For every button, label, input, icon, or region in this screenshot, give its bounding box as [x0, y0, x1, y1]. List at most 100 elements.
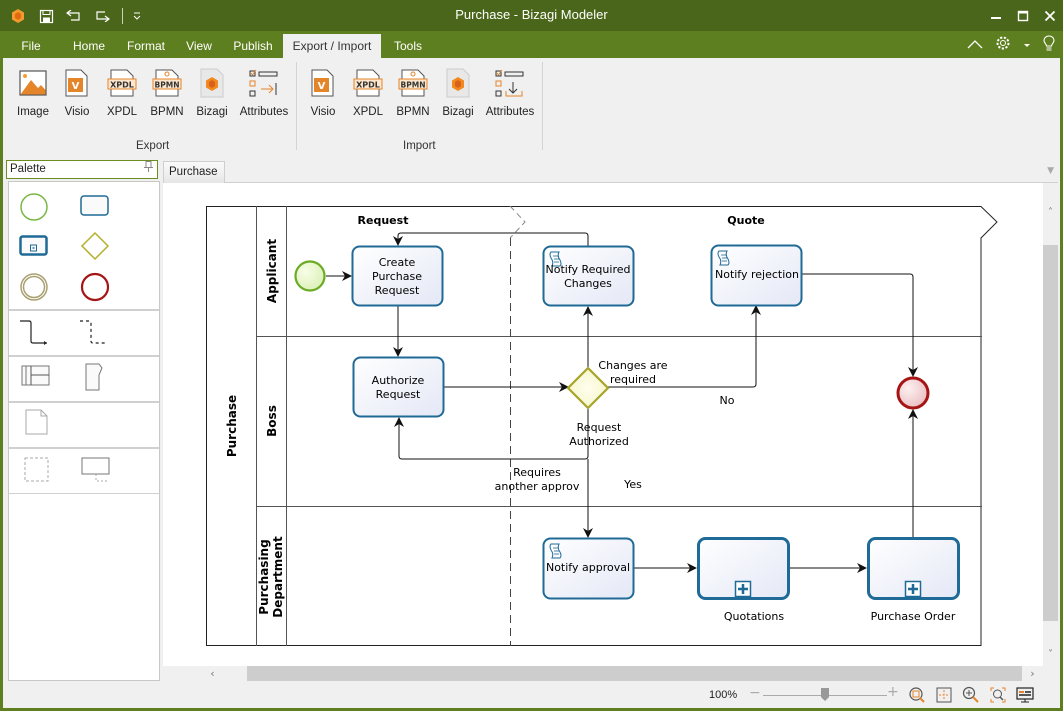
scroll-up-icon[interactable]: ˄ — [1043, 207, 1058, 218]
scroll-right-icon[interactable]: › — [1025, 666, 1040, 681]
zoom-slider-thumb[interactable] — [821, 688, 829, 701]
tab-publish[interactable]: Publish — [226, 34, 280, 58]
task-notify-rejection[interactable]: Notify rejection — [710, 244, 803, 307]
visio-icon: V — [299, 66, 347, 100]
task-notify-approval[interactable]: Notify approval — [542, 537, 635, 600]
export-attributes-button[interactable]: Attributes — [239, 66, 289, 122]
import-bpmn-button[interactable]: BPMN BPMN — [389, 66, 437, 122]
xpdl-icon: XPDL — [344, 66, 392, 100]
collapse-ribbon-icon[interactable] — [967, 38, 983, 52]
tab-format[interactable]: Format — [121, 34, 171, 58]
diagram-canvas[interactable]: Purchase Applicant Boss Purchasing Depar… — [163, 183, 1043, 666]
main-area: Palette Purchase ▼ Purchase Applicant Bo… — [3, 156, 1060, 708]
export-bizagi-button[interactable]: Bizagi — [188, 66, 236, 122]
palette-group[interactable] — [24, 457, 50, 486]
label-requires-another: Requires — [513, 466, 561, 479]
label-request-authorized: Request — [577, 421, 622, 434]
label-yes: Yes — [623, 478, 642, 491]
scroll-left-icon[interactable]: ‹ — [205, 666, 220, 681]
tab-home[interactable]: Home — [66, 34, 112, 58]
expand-subprocess-icon[interactable] — [904, 580, 922, 598]
scroll-down-icon[interactable]: ˅ — [1043, 649, 1058, 660]
end-event[interactable] — [896, 376, 930, 410]
palette-sub-process[interactable] — [19, 235, 49, 260]
center-icon[interactable] — [935, 686, 953, 704]
minimize-button[interactable] — [982, 0, 1009, 31]
export-bpmn-button[interactable]: BPMN BPMN — [143, 66, 191, 122]
maximize-button[interactable] — [1009, 0, 1036, 31]
zoom-area-icon[interactable] — [989, 686, 1007, 704]
zoom-out-button[interactable]: − — [749, 685, 761, 701]
phase-label-quote: Quote — [727, 214, 764, 227]
zoom-fit-icon[interactable] — [908, 686, 926, 704]
window-controls — [982, 0, 1063, 31]
pin-icon[interactable] — [144, 161, 153, 178]
palette-panel — [8, 181, 160, 681]
palette-lane[interactable] — [85, 363, 105, 394]
zoom-in-icon[interactable] — [962, 686, 980, 704]
export-image-button[interactable]: Image — [9, 66, 57, 122]
palette-title: Palette — [10, 163, 46, 175]
bizagi-file-icon — [434, 66, 482, 100]
import-group-label: Import — [403, 140, 436, 152]
palette-task[interactable] — [80, 195, 110, 220]
settings-dropdown-icon[interactable] — [1023, 38, 1031, 52]
palette-sequence-flow[interactable] — [19, 320, 49, 349]
palette-separator — [9, 401, 159, 403]
lane-label-purchasing-line2: Department — [271, 536, 285, 618]
lane-label-boss: Boss — [265, 405, 279, 437]
export-group-label: Export — [136, 140, 170, 152]
horizontal-scrollbar[interactable]: ‹ › — [203, 666, 1043, 681]
palette-annotation[interactable] — [81, 457, 113, 488]
import-bizagi-button[interactable]: Bizagi — [434, 66, 482, 122]
vertical-scroll-thumb[interactable] — [1043, 245, 1058, 621]
lightbulb-icon[interactable] — [1043, 35, 1055, 54]
zoom-in-button[interactable]: + — [887, 684, 899, 700]
xpdl-icon: XPDL — [98, 66, 146, 100]
svg-text:Request: Request — [376, 388, 421, 401]
image-icon — [9, 66, 57, 100]
lane-label-purchasing-line1: Purchasing — [257, 539, 271, 614]
import-attributes-button[interactable]: Attributes — [485, 66, 535, 122]
tab-file[interactable]: File — [12, 34, 50, 58]
palette-pool[interactable] — [21, 365, 51, 390]
svg-text:V: V — [72, 81, 80, 92]
start-event[interactable] — [294, 260, 326, 292]
settings-gear-icon[interactable] — [995, 35, 1011, 54]
task-notify-required-changes[interactable]: Notify Required Changes — [542, 245, 635, 307]
import-xpdl-button[interactable]: XPDL XPDL — [344, 66, 392, 122]
subprocess-purchase-order[interactable]: Purchase Order — [867, 537, 960, 624]
palette-intermediate-event[interactable] — [19, 272, 49, 305]
tab-view[interactable]: View — [178, 34, 220, 58]
group-separator — [542, 62, 543, 150]
tab-tools[interactable]: Tools — [385, 34, 431, 58]
palette-association[interactable] — [79, 320, 109, 349]
palette-end-event[interactable] — [80, 272, 110, 305]
task-create-purchase-request[interactable]: Create Purchase Request — [351, 245, 444, 307]
vertical-scrollbar[interactable]: ˄ ˅ — [1043, 203, 1058, 666]
label-request-authorized-2: Authorized — [569, 435, 629, 448]
bpmn-icon: BPMN — [389, 66, 437, 100]
bpmn-icon: BPMN — [143, 66, 191, 100]
palette-gateway[interactable] — [80, 231, 110, 264]
expand-subprocess-icon[interactable] — [734, 580, 752, 598]
palette-separator — [9, 309, 159, 311]
export-xpdl-button[interactable]: XPDL XPDL — [98, 66, 146, 122]
tab-dropdown-icon[interactable]: ▼ — [1047, 166, 1054, 176]
tab-export-import[interactable]: Export / Import — [283, 34, 381, 58]
document-tab-purchase[interactable]: Purchase — [163, 161, 225, 183]
bizagi-file-icon — [188, 66, 236, 100]
svg-text:Request: Request — [375, 284, 420, 297]
close-button[interactable] — [1036, 0, 1063, 31]
palette-separator — [9, 447, 159, 449]
import-visio-button[interactable]: V Visio — [299, 66, 347, 122]
horizontal-scroll-thumb[interactable] — [247, 666, 1022, 681]
ribbon: Image V Visio XPDL XPDL BPMN BPMN Bizagi… — [3, 58, 1060, 156]
presentation-icon[interactable] — [1016, 686, 1034, 704]
export-visio-button[interactable]: V Visio — [53, 66, 101, 122]
palette-data-object[interactable] — [25, 409, 49, 438]
task-authorize-request[interactable]: Authorize Request — [352, 356, 445, 418]
palette-start-event[interactable] — [19, 192, 49, 225]
svg-text:Notify approval: Notify approval — [546, 561, 630, 574]
title-bar: Purchase - Bizagi Modeler — [0, 0, 1063, 31]
